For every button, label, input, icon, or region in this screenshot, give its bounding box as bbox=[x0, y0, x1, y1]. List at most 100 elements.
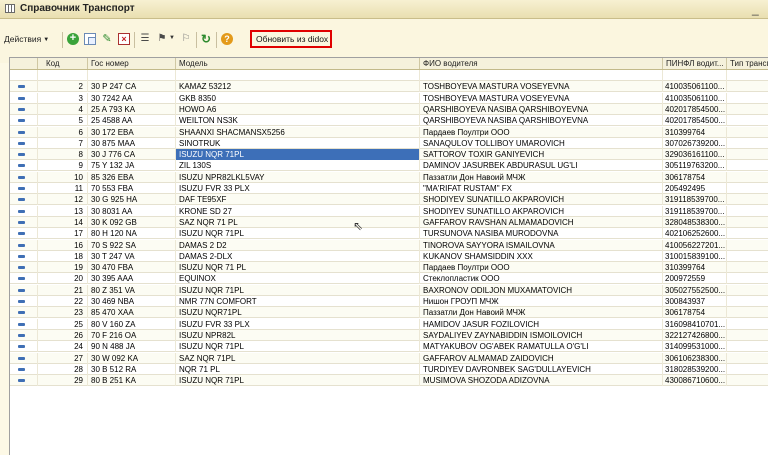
cell-code[interactable]: 21 bbox=[38, 284, 88, 296]
cell-code[interactable]: 28 bbox=[38, 363, 88, 375]
cell-transport-type[interactable] bbox=[727, 262, 768, 273]
row-icon-cell[interactable] bbox=[10, 81, 38, 93]
cell-driver-name[interactable]: TURDIYEV DAVRONBEK SAG'DULLAYEVICH bbox=[420, 363, 663, 375]
cell-gos-number[interactable]: 30 469 NBA bbox=[88, 296, 176, 307]
cell-transport-type[interactable] bbox=[727, 93, 768, 104]
table-row[interactable]: 22 30 469 NBA NMR 77N COMFORT Нишон ГРОУП М… bbox=[10, 296, 768, 307]
cell-driver-name[interactable]: "MA'RIFAT RUSTAM" FX bbox=[420, 183, 663, 194]
help-icon[interactable]: ? bbox=[221, 33, 233, 45]
cell-model[interactable]: DAF TE95XF bbox=[176, 194, 420, 206]
cell-pinfl[interactable]: 310015839100... bbox=[663, 250, 727, 262]
cell-model[interactable]: SAZ NQR 71PL bbox=[176, 352, 420, 364]
cell-pinfl[interactable]: 314099531000... bbox=[663, 341, 727, 353]
cell-driver-name[interactable]: SHODIYEV SUNATILLO AKPAROVICH bbox=[420, 194, 663, 206]
cell-transport-type[interactable] bbox=[727, 319, 768, 330]
cell-transport-type[interactable] bbox=[727, 70, 768, 81]
cell-transport-type[interactable] bbox=[727, 138, 768, 149]
edit-icon[interactable]: ✎ bbox=[101, 33, 113, 45]
table-row[interactable]: 17 80 H 120 NA ISUZU NQR 71PL TURSUNOVA NAS… bbox=[10, 228, 768, 240]
cell-gos-number[interactable]: 80 Z 351 VA bbox=[88, 284, 176, 296]
row-icon-cell[interactable] bbox=[10, 284, 38, 296]
add-icon[interactable]: + bbox=[67, 33, 79, 45]
cell-model[interactable]: DAMAS 2-DLX bbox=[176, 250, 420, 262]
cell-driver-name[interactable]: HAMIDOV JASUR FOZILOVICH bbox=[420, 318, 663, 330]
cell-code[interactable]: 22 bbox=[38, 296, 88, 307]
clear-filter-icon[interactable]: ⚐ bbox=[180, 33, 192, 45]
row-icon-cell[interactable] bbox=[10, 375, 38, 387]
cell-code[interactable]: 26 bbox=[38, 329, 88, 341]
row-icon-cell[interactable] bbox=[10, 352, 38, 364]
cell-code[interactable] bbox=[38, 70, 88, 81]
cell-code[interactable]: 4 bbox=[38, 103, 88, 115]
row-icon-cell[interactable] bbox=[10, 216, 38, 228]
cell-code[interactable]: 12 bbox=[38, 194, 88, 206]
table-row[interactable]: 13 30 8031 AA KRONE SD 27 SHODIYEV SUNATILL… bbox=[10, 205, 768, 217]
cell-pinfl[interactable]: 306178754 bbox=[663, 307, 727, 319]
table-row[interactable]: 20 30 395 AAA EQUINOX Стеклопластик ООО 2009… bbox=[10, 273, 768, 285]
cell-code[interactable]: 3 bbox=[38, 92, 88, 104]
cell-model[interactable]: KAMAZ 53212 bbox=[176, 81, 420, 93]
cell-transport-type[interactable] bbox=[727, 172, 768, 183]
chevron-down-icon[interactable]: ▼ bbox=[169, 35, 175, 41]
cell-transport-type[interactable] bbox=[727, 285, 768, 296]
row-icon-cell[interactable] bbox=[10, 228, 38, 240]
column-header-gos-number[interactable]: Гос номер bbox=[88, 58, 176, 69]
cell-transport-type[interactable] bbox=[727, 183, 768, 194]
table-row[interactable]: 18 30 T 247 VA DAMAS 2-DLX KUKANOV SHAMSIDD… bbox=[10, 250, 768, 262]
cell-pinfl[interactable]: 306106238300... bbox=[663, 352, 727, 364]
table-row[interactable]: 14 30 K 092 GB SAZ NQR 71 PL GAFFAROV RAVSH… bbox=[10, 216, 768, 228]
cell-pinfl[interactable]: 402106252600... bbox=[663, 228, 727, 240]
cell-driver-name[interactable]: SATTOROV TOXIR GANIYEVICH bbox=[420, 149, 663, 161]
cell-pinfl[interactable]: 205492495 bbox=[663, 183, 727, 194]
cell-driver-name[interactable]: SAYDALIYEV ZAYNABIDDIN ISMOILOVICH bbox=[420, 329, 663, 341]
cell-code[interactable]: 16 bbox=[38, 239, 88, 251]
cell-pinfl[interactable]: 319118539700... bbox=[663, 194, 727, 206]
cell-driver-name[interactable]: Стеклопластик ООО bbox=[420, 273, 663, 285]
cell-driver-name[interactable]: BAXRONOV ODILJON MUXAMATOVICH bbox=[420, 284, 663, 296]
cell-gos-number[interactable]: 30 470 FBA bbox=[88, 262, 176, 274]
cell-model[interactable]: WEILTON NS3K bbox=[176, 115, 420, 127]
cell-driver-name[interactable]: GAFFAROV ALMAMAD ZAIDOVICH bbox=[420, 352, 663, 364]
table-row[interactable]: 5 25 4588 AA WEILTON NS3K QARSHIBOYEVA NASI… bbox=[10, 115, 768, 127]
cell-pinfl[interactable]: 300843937 bbox=[663, 296, 727, 307]
column-header-code[interactable]: Код bbox=[38, 58, 88, 69]
table-row[interactable]: 16 70 S 922 SA DAMAS 2 D2 TINOROVA SAYYORA … bbox=[10, 239, 768, 251]
cell-pinfl[interactable]: 307026739200... bbox=[663, 137, 727, 149]
column-header-transport-type[interactable]: Тип трансп bbox=[727, 58, 768, 69]
cell-code[interactable]: 19 bbox=[38, 262, 88, 274]
cell-model[interactable]: NQR 71 PL bbox=[176, 363, 420, 375]
row-icon-cell[interactable] bbox=[10, 92, 38, 104]
cell-model[interactable]: EQUINOX bbox=[176, 273, 420, 285]
table-row[interactable]: 24 90 N 488 JA ISUZU NQR 71PL MATYAKUBOV OG… bbox=[10, 341, 768, 353]
cell-code[interactable]: 18 bbox=[38, 250, 88, 262]
cell-driver-name[interactable]: QARSHIBOYEVA NASIBA QARSHIBOYEVNA bbox=[420, 115, 663, 127]
cell-driver-name[interactable]: SHODIYEV SUNATILLO AKPAROVICH bbox=[420, 205, 663, 217]
table-row[interactable]: 27 30 W 092 KA SAZ NQR 71PL GAFFAROV ALMAMA… bbox=[10, 352, 768, 364]
row-icon-cell[interactable] bbox=[10, 250, 38, 262]
cell-gos-number[interactable]: 30 172 EBA bbox=[88, 126, 176, 138]
delete-icon[interactable]: × bbox=[118, 33, 130, 45]
row-icon-cell[interactable] bbox=[10, 262, 38, 274]
cell-gos-number[interactable]: 90 N 488 JA bbox=[88, 341, 176, 353]
cell-pinfl[interactable]: 329036161100... bbox=[663, 149, 727, 161]
table-row[interactable]: 19 30 470 FBA ISUZU NQR 71 PL Пардаев Поулт… bbox=[10, 262, 768, 274]
cell-code[interactable]: 6 bbox=[38, 126, 88, 138]
table-row[interactable]: 8 30 J 776 CA ISUZU NQR 71PL SATTOROV TOXIR… bbox=[10, 149, 768, 161]
cell-gos-number[interactable]: 75 Y 132 JA bbox=[88, 160, 176, 172]
cell-model[interactable]: HOWO A6 bbox=[176, 103, 420, 115]
cell-pinfl[interactable]: 316098410701... bbox=[663, 318, 727, 330]
cell-driver-name[interactable]: MATYAKUBOV OG'ABEK RAMATULLA O'G'LI bbox=[420, 341, 663, 353]
table-row[interactable]: 7 30 875 MAA SINOTRUK SANAQULOV TOLLIBOY UM… bbox=[10, 137, 768, 149]
cell-pinfl[interactable]: 200972559 bbox=[663, 273, 727, 285]
cell-transport-type[interactable] bbox=[727, 273, 768, 284]
cell-model[interactable]: ISUZU FVR 33 PLX bbox=[176, 183, 420, 194]
cell-transport-type[interactable] bbox=[727, 341, 768, 352]
cell-gos-number[interactable]: 25 4588 AA bbox=[88, 115, 176, 127]
cell-code[interactable]: 2 bbox=[38, 81, 88, 93]
row-icon-cell[interactable] bbox=[10, 70, 38, 81]
cell-driver-name[interactable]: DAMINOV JASURBEK ABDURASUL UG'LI bbox=[420, 160, 663, 172]
cell-code[interactable]: 11 bbox=[38, 183, 88, 194]
cell-gos-number[interactable]: 80 B 251 KA bbox=[88, 375, 176, 387]
update-from-didox-button[interactable]: Обновить из didox bbox=[250, 30, 332, 48]
cell-transport-type[interactable] bbox=[727, 149, 768, 160]
